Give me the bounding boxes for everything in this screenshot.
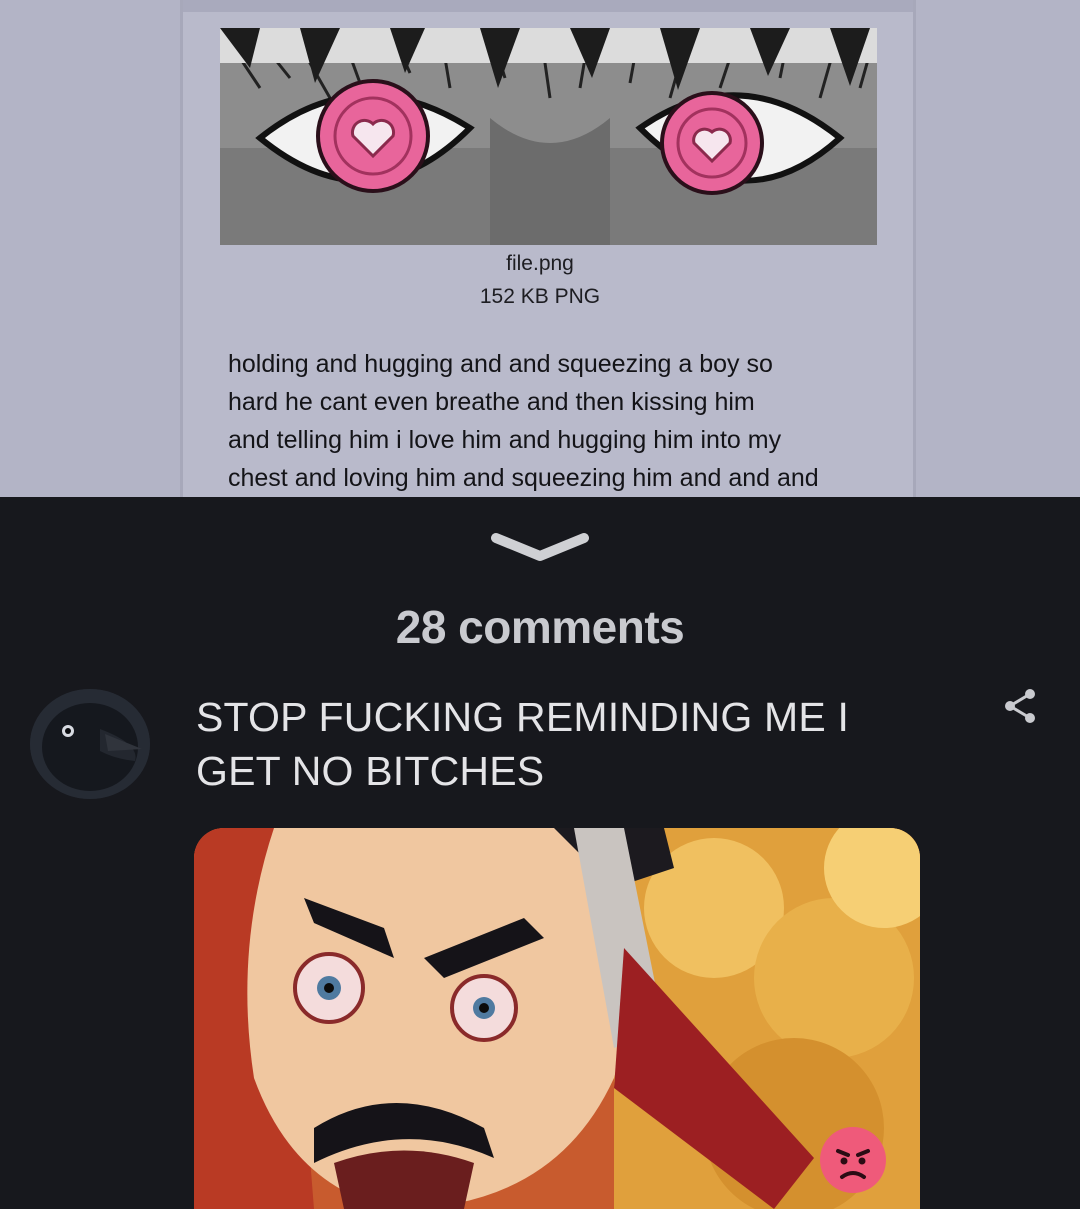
comment-text-line: GET NO BITCHES bbox=[196, 748, 545, 794]
comment-text: STOP FUCKING REMINDING ME I GET NO BITCH… bbox=[196, 690, 956, 798]
post-body-line: holding and hugging and and squeezing a … bbox=[228, 350, 773, 378]
crow-avatar-icon bbox=[30, 689, 150, 799]
file-name-link[interactable]: file.png bbox=[0, 252, 1080, 276]
comment-image[interactable] bbox=[194, 828, 920, 1209]
avatar[interactable] bbox=[30, 689, 150, 799]
manga-eyes-illustration bbox=[220, 28, 877, 245]
post-screenshot: file.png 152 KB PNG holding and hugging … bbox=[0, 0, 1080, 497]
comments-count-heading: 28 comments bbox=[395, 601, 685, 653]
post-body-line: hard he cant even breathe and then kissi… bbox=[228, 388, 755, 416]
post-body-line: chest and loving him and squeezing him a… bbox=[228, 464, 819, 492]
angry-man-illustration bbox=[194, 828, 920, 1209]
file-info: 152 KB PNG bbox=[479, 285, 601, 308]
share-icon[interactable] bbox=[1000, 686, 1040, 726]
reaction-badge[interactable] bbox=[820, 1127, 886, 1193]
angry-face-icon bbox=[822, 1129, 884, 1191]
comment-text-line: STOP FUCKING REMINDING ME I bbox=[196, 694, 850, 740]
post-body-line: and telling him i love him and hugging h… bbox=[228, 426, 782, 454]
collapse-chevron-icon[interactable] bbox=[490, 530, 590, 566]
post-image[interactable] bbox=[220, 28, 877, 245]
post-body: holding and hugging and and squeezing a … bbox=[228, 345, 918, 497]
